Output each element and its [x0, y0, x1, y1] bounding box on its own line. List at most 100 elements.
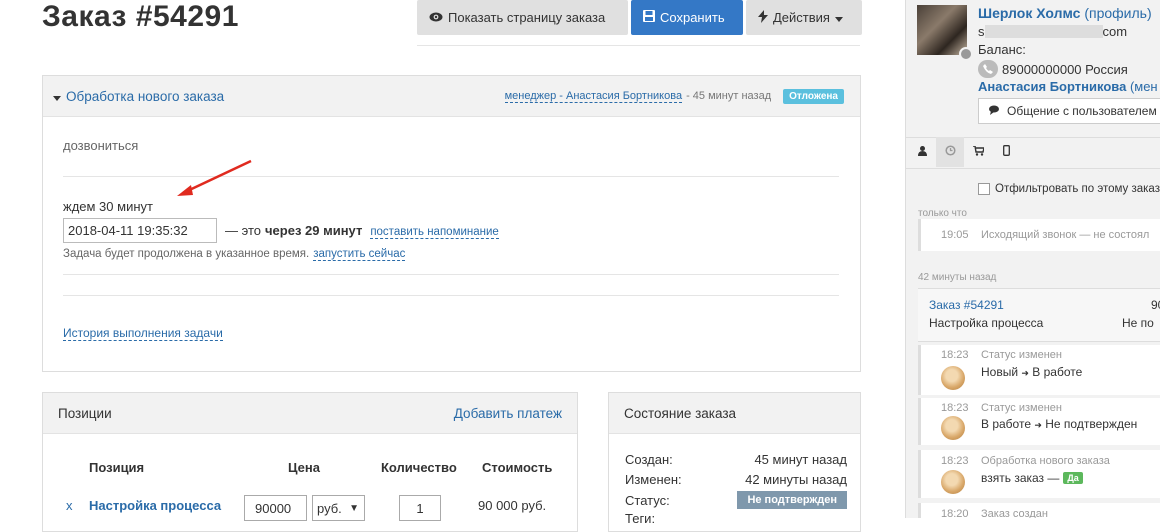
event-title: Статус изменен [981, 402, 1062, 414]
changed-row: Изменен: 42 минуты назад [625, 472, 847, 487]
manager-avatar [941, 366, 965, 390]
filter-by-order[interactable]: Отфильтровать по этому заказ [978, 183, 1160, 195]
filter-checkbox[interactable] [978, 183, 990, 195]
continue-text: Задача будет продолжена в указанное врем… [63, 248, 310, 260]
position-name-link[interactable]: Настройка процесса [89, 498, 221, 513]
profile-link[interactable]: (профиль) [1084, 5, 1151, 21]
order-state-title: Состояние заказа [624, 405, 737, 421]
actions-label: Действия [773, 10, 830, 25]
currency-value: руб. [317, 500, 342, 516]
history-icon [944, 145, 956, 159]
chat-with-user-button[interactable]: Общение с пользователем [978, 98, 1160, 124]
timeline-order-status: Не по [1122, 316, 1154, 330]
task-status-badge: Отложена [783, 88, 844, 104]
event-change: Новый ➜ В работе [981, 365, 1082, 379]
timeline-order-card[interactable]: Заказ #54291 90 Настройка процесса Не по [918, 288, 1160, 342]
task-manager-link[interactable]: менеджер - Анастасия Бортникова [504, 90, 683, 103]
remove-position-button[interactable]: x [66, 498, 73, 513]
call-text: Исходящий звонок — не состоял [981, 229, 1150, 241]
tab-history[interactable] [936, 137, 964, 167]
arrow-right-icon: ➜ [1021, 368, 1029, 378]
run-now-link[interactable]: запустить сейчас [313, 248, 406, 261]
toolbar-divider [417, 45, 860, 46]
cart-icon [972, 144, 985, 159]
online-status-icon [959, 47, 973, 61]
phone-line: 89000000000 Россия [978, 60, 1128, 78]
timeline-group-label: 42 минуты назад [918, 272, 997, 283]
bolt-icon [758, 9, 768, 26]
event-time: 18:20 [941, 508, 969, 518]
order-status-badge[interactable]: Не подтвержден [737, 491, 847, 509]
chat-button-label: Общение с пользователем [1007, 104, 1157, 118]
eye-icon [429, 10, 443, 25]
timeline-event: 18:23 Обработка нового заказа взять зака… [918, 450, 1160, 498]
user-name-link[interactable]: Шерлок Холмс [978, 5, 1080, 21]
price-input[interactable]: 90000 [244, 495, 307, 521]
phone-icon [978, 60, 998, 78]
save-button[interactable]: Сохранить [631, 0, 743, 35]
event-time: 18:23 [941, 402, 969, 414]
price-value: 90000 [255, 500, 292, 516]
tab-user[interactable] [908, 137, 936, 167]
column-header-cost: Стоимость [482, 460, 553, 475]
sidebar-tabs [908, 137, 1020, 167]
user-avatar[interactable] [917, 5, 967, 55]
timeline-event: 18:23 Статус изменен В работе ➜ Не подтв… [918, 398, 1160, 445]
add-payment-link[interactable]: Добавить платеж [454, 406, 562, 421]
actions-dropdown[interactable]: Действия [746, 0, 862, 35]
task-title-label: Обработка нового заказа [66, 88, 225, 104]
task-time: - 45 минут назад [686, 90, 772, 102]
column-header-position: Позиция [89, 460, 145, 475]
event-change: В работе ➜ Не подтвержден [981, 417, 1137, 431]
status-label: Статус: [625, 492, 670, 508]
created-label: Создан: [625, 452, 673, 467]
task-separator [63, 274, 839, 275]
yes-badge: Да [1063, 472, 1083, 484]
main-content: Заказ #54291 Показать страницу заказа Со… [0, 0, 905, 532]
select-arrow-icon: ▼ [349, 502, 359, 514]
event-title: Статус изменен [981, 349, 1062, 361]
event-from: В работе [981, 417, 1032, 431]
balance-label: Баланс: [978, 42, 1026, 57]
event-text: взять заказ — [981, 471, 1060, 485]
call-time: 19:05 [941, 229, 969, 241]
timeline-group-label: только что [918, 208, 967, 219]
manager-line: Анастасия Бортникова (мен [978, 79, 1158, 94]
quantity-input[interactable]: 1 [399, 495, 441, 521]
set-reminder-link[interactable]: поставить напоминание [370, 226, 499, 239]
filter-label: Отфильтровать по этому заказ [995, 183, 1160, 195]
event-answer: взять заказ — Да [981, 471, 1083, 485]
tab-cart[interactable] [964, 137, 992, 167]
currency-select[interactable]: руб. ▼ [312, 495, 365, 521]
event-title: Обработка нового заказа [981, 455, 1110, 467]
task-meta: менеджер - Анастасия Бортникова - 45 мин… [504, 88, 844, 104]
manager-suffix: (мен [1129, 79, 1158, 94]
sidebar-divider [906, 168, 1160, 169]
manager-link[interactable]: Анастасия Бортникова [978, 79, 1126, 94]
timeline-event: 18:20 Заказ создан [918, 503, 1160, 518]
reminder-datetime-input[interactable] [63, 218, 217, 243]
continue-info: Задача будет продолжена в указанное врем… [63, 248, 406, 261]
task-note: дозвониться [63, 138, 139, 153]
floppy-disk-icon [643, 10, 655, 25]
wait-label: ждем 30 минут [63, 199, 153, 214]
tags-label: Теги: [625, 511, 656, 526]
positions-title: Позиции [58, 405, 112, 421]
task-history-link[interactable]: История выполнения задачи [63, 326, 223, 341]
caret-down-icon [53, 89, 61, 104]
task-separator [63, 295, 839, 296]
timeline-call-item[interactable]: 19:05 Исходящий звонок — не состоял [918, 219, 1160, 251]
event-time: 18:23 [941, 455, 969, 467]
toolbar: Показать страницу заказа Сохранить Дейст… [417, 0, 862, 35]
created-row: Создан: 45 минут назад [625, 452, 847, 467]
manager-avatar [941, 416, 965, 440]
timeline-order-link[interactable]: Заказ #54291 [929, 298, 1004, 312]
arrow-right-icon: ➜ [1034, 420, 1042, 430]
timeline-order-number: 90 [1151, 298, 1160, 312]
through-prefix: — это [225, 223, 261, 238]
user-sidebar: Шерлок Холмс (профиль) s com Баланс: 890… [905, 0, 1160, 518]
event-to: Не подтвержден [1045, 417, 1138, 431]
tab-mobile[interactable] [992, 137, 1020, 167]
show-order-page-button[interactable]: Показать страницу заказа [417, 0, 628, 35]
task-title[interactable]: Обработка нового заказа [53, 89, 224, 104]
